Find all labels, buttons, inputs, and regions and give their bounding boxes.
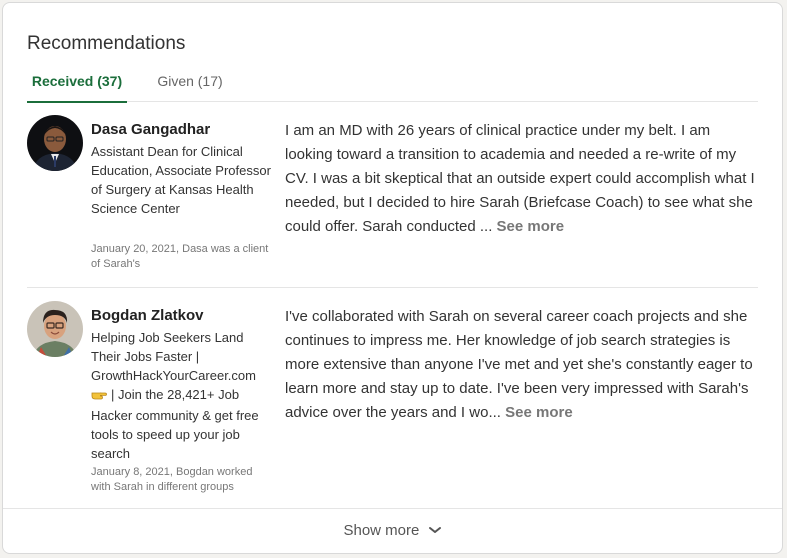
recommender-name[interactable]: Dasa Gangadhar [91,121,210,138]
recommendation-meta: January 20, 2021, Dasa was a client of S… [91,243,269,270]
recommendation-text: I've collaborated with Sarah on several … [285,305,757,425]
show-more-button[interactable]: Show more [3,508,782,553]
avatar[interactable] [27,301,83,357]
recommendation-item: Bogdan Zlatkov Helping Job Seekers Land … [27,301,758,501]
headline-part-1: Helping Job Seekers Land Their Jobs Fast… [91,330,256,383]
chevron-down-icon [428,509,442,553]
avatar[interactable] [27,115,83,171]
recommendation-meta: January 8, 2021, Bogdan worked with Sara… [91,466,253,493]
show-more-label: Show more [343,522,420,539]
recommender-headline: Assistant Dean for Clinical Education, A… [91,144,271,216]
section-title: Recommendations [27,33,186,54]
recommender-name[interactable]: Bogdan Zlatkov [91,307,204,324]
recommender-headline: Helping Job Seekers Land Their Jobs Fast… [91,328,271,463]
tab-received[interactable]: Received (37) [27,67,127,103]
headline-part-2: | Join the 28,421+ Job Hacker community … [91,387,259,461]
tab-given[interactable]: Given (17) [145,67,235,101]
recommendation-text: I am an MD with 26 years of clinical pra… [285,119,757,239]
tab-bar: Received (37) Given (17) [27,67,758,103]
pointing-hand-icon [91,387,107,406]
see-more-link[interactable]: See more [505,404,573,421]
see-more-link[interactable]: See more [497,218,565,235]
recommendations-card: Recommendations Received (37) Given (17)… [2,2,783,554]
recommendation-item: Dasa Gangadhar Assistant Dean for Clinic… [27,115,758,288]
